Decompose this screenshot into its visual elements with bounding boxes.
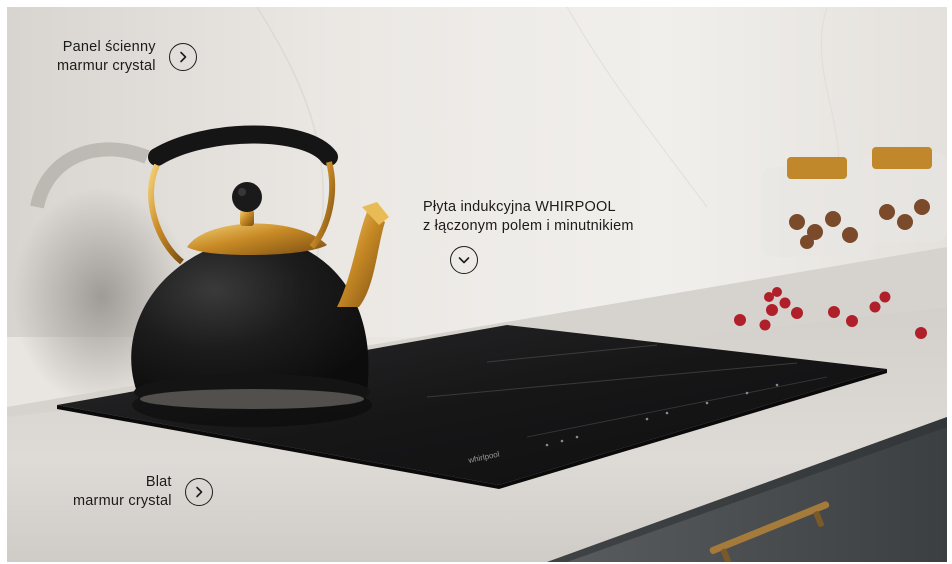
hotspot-wall-panel-label: Panel ścienny marmur crystal (57, 39, 156, 74)
hotspot-cooktop[interactable]: Płyta indukcyjna WHIRPOOL z łączonym pol… (423, 198, 634, 274)
hotspot-wall-panel[interactable]: Panel ścienny marmur crystal (57, 38, 197, 76)
product-photo: whirlpool Panel ścienny marmur crystal P… (7, 7, 947, 562)
hotspot-cooktop-label: Płyta indukcyjna WHIRPOOL z łączonym pol… (423, 199, 634, 234)
chevron-right-icon[interactable] (168, 43, 197, 71)
hotspot-countertop[interactable]: Blat marmur crystal (73, 473, 213, 511)
hotspot-countertop-label: Blat marmur crystal (73, 474, 172, 509)
chevron-right-icon[interactable] (184, 478, 213, 506)
chevron-down-icon[interactable] (450, 246, 478, 274)
